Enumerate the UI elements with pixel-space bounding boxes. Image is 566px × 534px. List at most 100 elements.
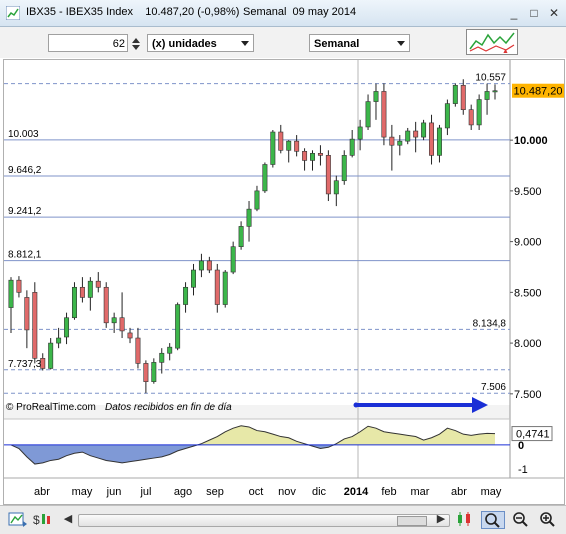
timeframe-value: Semanal bbox=[314, 38, 360, 50]
candle-body bbox=[310, 153, 315, 161]
price-level-label: 7.506 bbox=[481, 382, 506, 393]
units-quantity-value: 62 bbox=[112, 38, 125, 50]
candle-body bbox=[278, 131, 284, 151]
candle-body bbox=[476, 99, 482, 126]
candle-body bbox=[389, 136, 395, 146]
candle-body bbox=[405, 130, 411, 142]
units-quantity-input[interactable]: 62 bbox=[48, 34, 128, 52]
candle-body bbox=[484, 91, 490, 100]
candle-body bbox=[95, 280, 101, 288]
y-axis-tick-label: 9.500 bbox=[514, 186, 542, 198]
candle-body bbox=[16, 279, 22, 293]
y-axis-tick-label: 10.000 bbox=[514, 135, 548, 147]
candle-body bbox=[325, 155, 331, 195]
timeframe-select[interactable]: Semanal bbox=[309, 34, 410, 52]
app-chart-icon bbox=[6, 6, 20, 20]
candle-body bbox=[373, 91, 379, 102]
candle-body bbox=[151, 362, 157, 382]
y-axis-tick-label: 7.500 bbox=[514, 389, 542, 401]
chart-export-icon[interactable] bbox=[8, 511, 28, 527]
svg-text:$: $ bbox=[33, 513, 40, 527]
candle-body bbox=[349, 138, 355, 156]
trading-signals-icon[interactable]: ▲ bbox=[466, 29, 518, 55]
y-axis-tick-label: 8.000 bbox=[514, 338, 542, 350]
candle-body bbox=[262, 164, 268, 192]
candle-body bbox=[436, 127, 442, 156]
price-level-label: 10.557 bbox=[475, 73, 506, 84]
close-button[interactable]: ✕ bbox=[546, 5, 562, 21]
maximize-button[interactable]: □ bbox=[526, 5, 542, 21]
bottom-toolbar: $ ◀ ▶ bbox=[0, 505, 566, 534]
x-axis-label: abr bbox=[451, 486, 467, 498]
oscillator-value-text: 0,4741 bbox=[516, 429, 550, 441]
candle-body bbox=[71, 286, 77, 319]
scrollbar-thumb[interactable] bbox=[397, 516, 427, 526]
candle-body bbox=[8, 279, 14, 308]
minimize-button[interactable]: _ bbox=[506, 5, 522, 21]
scroll-left-button[interactable]: ◀ bbox=[60, 511, 76, 527]
annotation-arrow-start bbox=[353, 402, 359, 408]
x-axis-label: may bbox=[72, 486, 93, 498]
x-axis-label: jul bbox=[139, 486, 151, 498]
candle-body bbox=[238, 226, 244, 247]
candle-style-icon[interactable] bbox=[456, 511, 474, 527]
candle-body bbox=[222, 271, 228, 305]
candle-body bbox=[413, 130, 419, 138]
candle-body bbox=[175, 304, 181, 349]
window-period-date: Semanal 09 may 2014 bbox=[243, 6, 357, 18]
candle-body bbox=[191, 269, 196, 288]
oscillator-negative-area bbox=[11, 444, 495, 465]
chevron-down-icon bbox=[397, 41, 405, 46]
units-type-select[interactable]: (x) unidades bbox=[147, 34, 254, 52]
units-stepper[interactable] bbox=[130, 35, 142, 53]
candle-body bbox=[246, 208, 252, 227]
candle-body bbox=[341, 155, 347, 182]
candle-body bbox=[119, 317, 125, 332]
x-axis-label: oct bbox=[249, 486, 264, 498]
candle-body bbox=[421, 122, 427, 138]
zoom-fit-icon[interactable] bbox=[481, 511, 505, 529]
scroll-right-button[interactable]: ▶ bbox=[433, 511, 449, 527]
candle-body bbox=[230, 246, 236, 273]
candle-body bbox=[48, 342, 54, 369]
zoom-in-icon[interactable] bbox=[539, 511, 557, 527]
candle-body bbox=[286, 140, 292, 151]
candle-body bbox=[79, 286, 85, 298]
price-level-label: 9.646,2 bbox=[8, 165, 42, 176]
chart-area[interactable]: 10.557 10.003 9.646,2 9.241,2 8.812,1 8.134,8… bbox=[3, 59, 565, 505]
chevron-down-icon bbox=[241, 41, 249, 46]
candle-body bbox=[24, 297, 30, 331]
candle-body bbox=[492, 90, 498, 93]
last-price-badge-text: 10.487,20 bbox=[514, 86, 563, 98]
price-level-label: 8.812,1 bbox=[8, 250, 42, 261]
candle-body bbox=[206, 260, 212, 271]
y-axis-tick-label: 8.500 bbox=[514, 287, 542, 299]
x-axis-label: jun bbox=[106, 486, 122, 498]
price-level-label: 7.737,3 bbox=[8, 359, 42, 370]
price-level-label: 8.134,8 bbox=[473, 318, 507, 329]
candle-body bbox=[429, 122, 435, 156]
candle-body bbox=[254, 190, 260, 210]
candle-body bbox=[198, 260, 204, 271]
data-note-text: Datos recibidos en fin de día bbox=[105, 402, 232, 413]
candle-body bbox=[127, 332, 133, 339]
candle-body bbox=[159, 352, 165, 363]
price-level-label: 9.241,2 bbox=[8, 206, 42, 217]
candle-body bbox=[167, 346, 173, 354]
indicator-icon[interactable]: $ bbox=[32, 511, 54, 527]
oscillator-tick-label: 0 bbox=[518, 440, 524, 452]
candle-body bbox=[357, 126, 363, 140]
candle-body bbox=[87, 280, 93, 298]
price-panel-bg bbox=[4, 60, 510, 405]
window-titlebar: IBX35 - IBEX35 Index 10.487,20 (-0,98%) … bbox=[0, 0, 566, 27]
candle-body bbox=[444, 103, 450, 129]
x-axis-label: feb bbox=[381, 486, 396, 498]
time-scrollbar[interactable] bbox=[78, 514, 450, 527]
zoom-out-icon[interactable] bbox=[512, 511, 530, 527]
price-level-label: 10.003 bbox=[8, 129, 39, 140]
price-chart[interactable]: 10.557 10.003 9.646,2 9.241,2 8.812,1 8.134,8… bbox=[4, 60, 564, 504]
candle-body bbox=[103, 286, 109, 324]
candle-body bbox=[317, 153, 323, 156]
x-axis-label: ago bbox=[174, 486, 192, 498]
window-title: IBX35 - IBEX35 Index 10.487,20 (-0,98%) bbox=[26, 6, 240, 18]
